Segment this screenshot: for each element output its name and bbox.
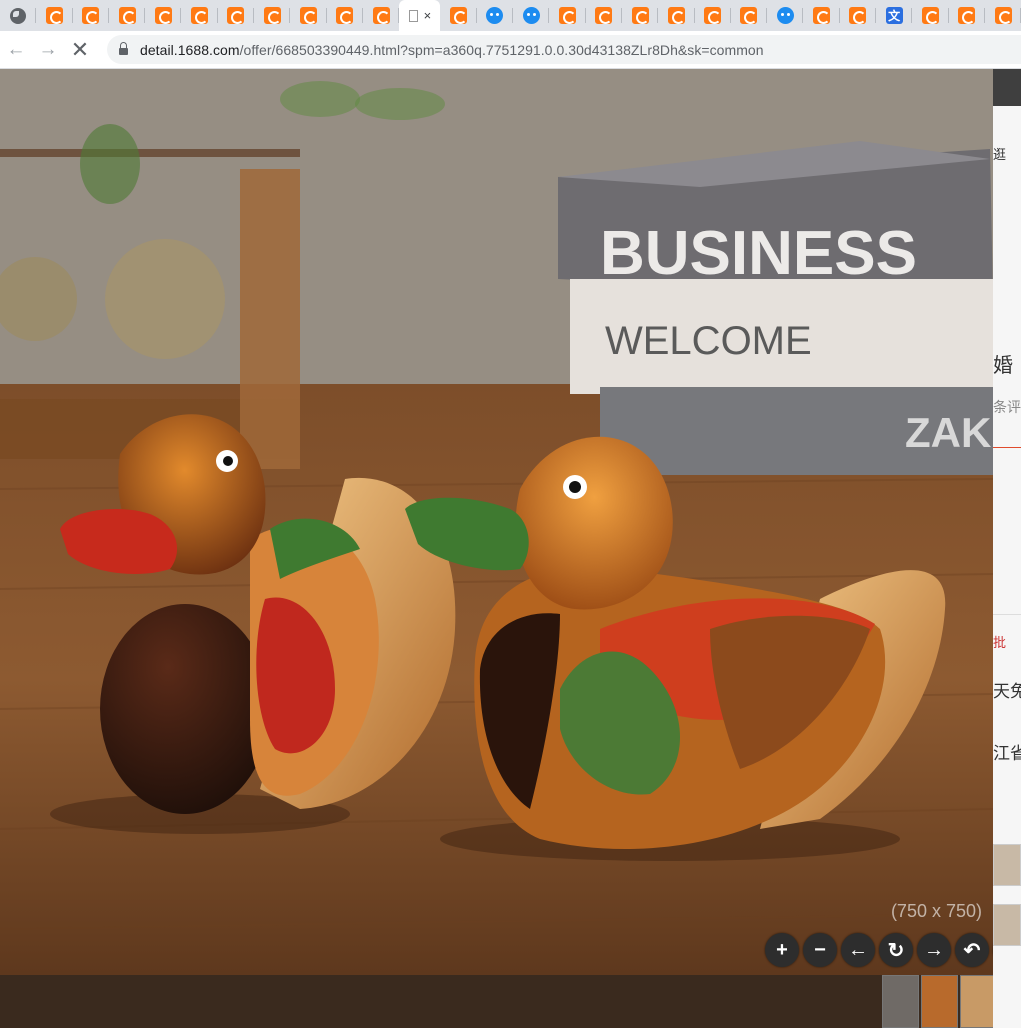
- page-snippet: 逛: [993, 147, 1007, 162]
- browser-tab[interactable]: [254, 0, 291, 31]
- translate-icon: 文: [885, 7, 903, 24]
- browser-tab[interactable]: [290, 0, 327, 31]
- 1688-icon: [227, 7, 245, 24]
- browser-tab[interactable]: [840, 0, 877, 31]
- browser-tab[interactable]: [985, 0, 1021, 31]
- 1688-icon: [450, 7, 468, 24]
- tab-active[interactable]: ×: [399, 0, 441, 31]
- 1688-icon: [740, 7, 758, 24]
- 1688-icon: [82, 7, 100, 24]
- page-snippet: 条评: [993, 399, 1021, 415]
- undo-button[interactable]: ↶: [955, 933, 989, 967]
- 1688-icon: [118, 7, 136, 24]
- 1688-icon: [849, 7, 867, 24]
- browser-toolbar: ← → ✕ detail.1688.com/offer/668503390449…: [0, 31, 1021, 69]
- book-top-text: BUSINESS: [600, 219, 917, 288]
- browser-tab[interactable]: [327, 0, 364, 31]
- thumbnail[interactable]: [960, 975, 997, 1028]
- image-viewer-overlay: BUSINESS WELCOME ZAK (750 x 750) + − ← ↻…: [0, 69, 1021, 1028]
- page-thumbnail: [993, 904, 1021, 946]
- zoom-in-button[interactable]: +: [765, 933, 799, 967]
- 1688-icon: [154, 7, 172, 24]
- browser-tab[interactable]: [767, 0, 804, 31]
- 1688-icon: [921, 7, 939, 24]
- browser-tab[interactable]: [586, 0, 623, 31]
- 1688-icon: [958, 7, 976, 24]
- browser-tab[interactable]: 文: [876, 0, 913, 31]
- blue-bird-icon: [486, 7, 504, 24]
- page-snippet: 江省: [993, 744, 1021, 763]
- 1688-icon: [300, 7, 318, 24]
- 1688-icon: [45, 7, 63, 24]
- browser-tab[interactable]: [731, 0, 768, 31]
- blue-bird-icon: [776, 7, 794, 24]
- blue-bird-icon: [522, 7, 540, 24]
- 1688-icon: [631, 7, 649, 24]
- page-snippet: 天免: [993, 682, 1021, 701]
- thumbnail[interactable]: [882, 975, 919, 1028]
- forward-button[interactable]: →: [32, 34, 64, 66]
- 1688-icon: [994, 7, 1012, 24]
- rotate-button[interactable]: ↻: [879, 933, 913, 967]
- viewer-controls: +−←↻→↶↷: [765, 933, 1021, 967]
- browser-tab[interactable]: [363, 0, 400, 31]
- browser-tab[interactable]: [477, 0, 514, 31]
- 1688-icon: [704, 7, 722, 24]
- next-button[interactable]: →: [917, 933, 951, 967]
- stop-loading-button[interactable]: ✕: [64, 34, 96, 66]
- 1688-icon: [372, 7, 390, 24]
- browser-tab[interactable]: [658, 0, 695, 31]
- lock-icon: [119, 42, 128, 55]
- thumbnail-strip: [882, 975, 997, 1028]
- browser-tab[interactable]: [513, 0, 550, 31]
- tab-strip: × 文: [0, 0, 1021, 31]
- browser-tab[interactable]: [949, 0, 986, 31]
- back-button[interactable]: ←: [0, 34, 32, 66]
- 1688-icon: [813, 7, 831, 24]
- globe-icon: [10, 7, 27, 24]
- address-bar[interactable]: detail.1688.com/offer/668503390449.html?…: [107, 35, 1021, 64]
- browser-tab[interactable]: [145, 0, 182, 31]
- viewer-backdrop: [0, 975, 993, 1028]
- product-photo: BUSINESS WELCOME ZAK: [0, 69, 993, 975]
- browser-tab[interactable]: [181, 0, 219, 31]
- browser-tab[interactable]: [109, 0, 146, 31]
- underlying-page-edge: 逛 婚 条评 批 天免 江省: [993, 69, 1021, 1028]
- page-header-bar: [993, 69, 1021, 106]
- browser-tab[interactable]: [0, 0, 37, 31]
- 1688-icon: [667, 7, 685, 24]
- page-snippet: 婚: [993, 355, 1013, 377]
- browser-tab[interactable]: [695, 0, 732, 31]
- zoom-out-button[interactable]: −: [803, 933, 837, 967]
- 1688-icon: [336, 7, 354, 24]
- 1688-icon: [558, 7, 576, 24]
- previous-button[interactable]: ←: [841, 933, 875, 967]
- 1688-icon: [191, 7, 209, 24]
- browser-tab[interactable]: [549, 0, 586, 31]
- browser-tab[interactable]: [73, 0, 110, 31]
- image-size-label: (750 x 750): [890, 901, 982, 921]
- thumbnail[interactable]: [921, 975, 958, 1028]
- loading-favicon: [408, 9, 418, 22]
- url-host: detail.1688.com: [140, 41, 240, 58]
- book-middle-text: WELCOME: [605, 319, 812, 363]
- browser-tab[interactable]: [803, 0, 841, 31]
- browser-tab[interactable]: [622, 0, 659, 31]
- divider: [993, 614, 1021, 615]
- 1688-icon: [263, 7, 281, 24]
- divider: [993, 447, 1021, 448]
- close-tab-button[interactable]: ×: [424, 8, 432, 23]
- url-path: /offer/668503390449.html?spm=a360q.77512…: [239, 41, 764, 58]
- browser-tab[interactable]: [218, 0, 255, 31]
- url-text[interactable]: detail.1688.com/offer/668503390449.html?…: [140, 42, 764, 58]
- browser-tab[interactable]: [912, 0, 949, 31]
- page-thumbnail: [993, 844, 1021, 886]
- product-photo-illustration: BUSINESS WELCOME ZAK: [0, 69, 993, 975]
- browser-tab[interactable]: [36, 0, 73, 31]
- book-bottom-text: ZAK: [905, 409, 991, 456]
- page-snippet: 批: [993, 635, 1007, 650]
- browser-tab[interactable]: [440, 0, 478, 31]
- 1688-icon: [595, 7, 613, 24]
